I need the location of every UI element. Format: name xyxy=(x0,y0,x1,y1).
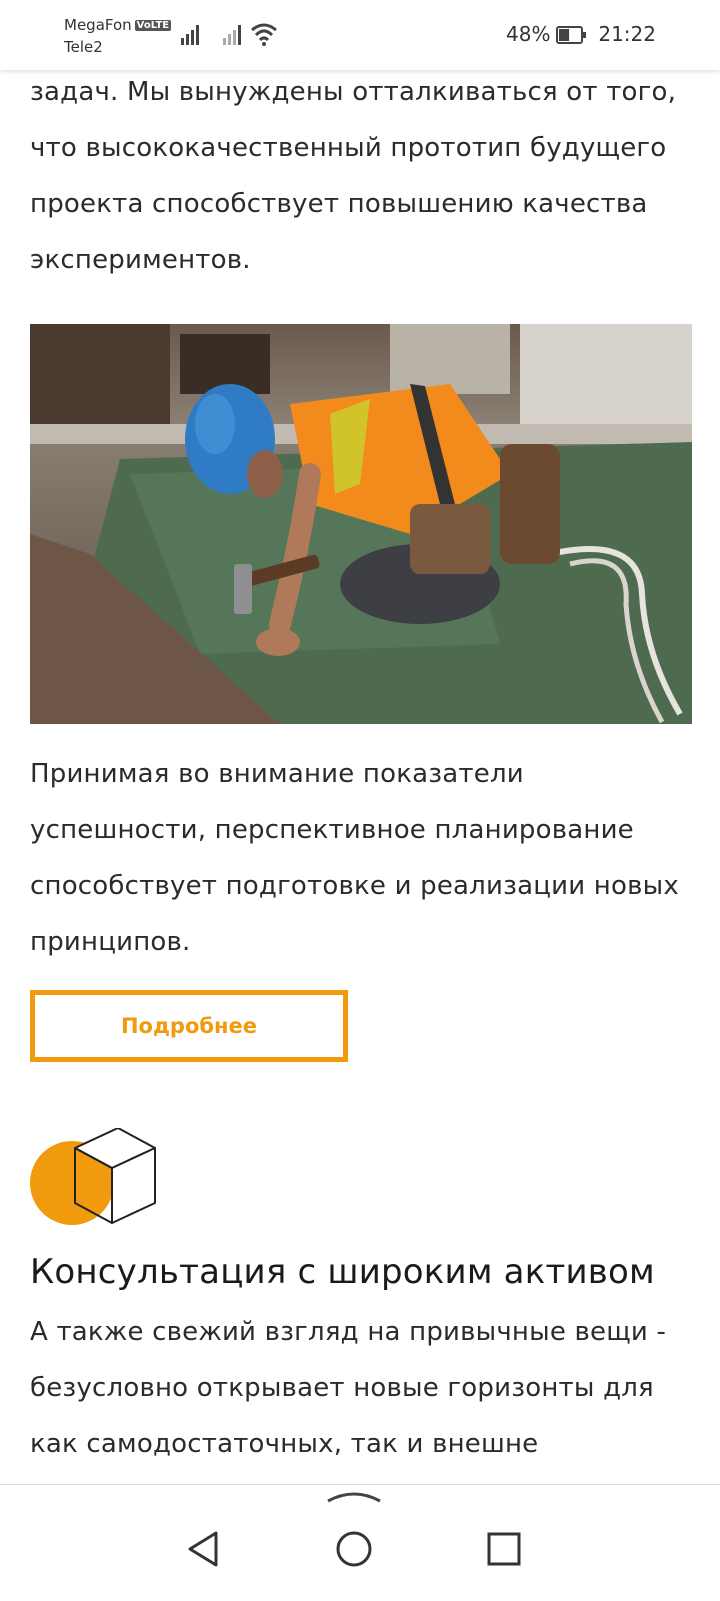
article-paragraph: задач. Мы вынуждены отталкиваться от тог… xyxy=(30,77,677,275)
navigation-bar xyxy=(0,1484,720,1601)
wifi-icon xyxy=(251,23,277,46)
carrier-megafon: MegaFon VoLTE xyxy=(64,16,172,34)
battery-icon xyxy=(556,26,586,44)
feature-text: А также свежий взгляд на привычные вещи … xyxy=(30,1317,667,1459)
more-button[interactable]: Подробнее xyxy=(30,990,348,1062)
recents-icon[interactable] xyxy=(486,1531,522,1567)
article-content: задач. Мы вынуждены отталкиваться от тог… xyxy=(30,70,692,1472)
swipe-up-icon[interactable] xyxy=(326,1485,382,1505)
construction-worker-photo xyxy=(30,324,692,724)
article-paragraph: Принимая во внимание показатели успешнос… xyxy=(30,759,679,957)
carrier-1-label: MegaFon xyxy=(64,16,132,34)
home-icon[interactable] xyxy=(334,1529,374,1569)
clock: 21:22 xyxy=(598,22,656,46)
signal-icon xyxy=(181,25,199,45)
cube-icon xyxy=(30,1128,156,1225)
carrier-tele2: Tele2 xyxy=(64,38,103,56)
signal-icon xyxy=(223,25,241,45)
back-icon[interactable] xyxy=(186,1529,220,1569)
battery-percent: 48% xyxy=(506,22,551,46)
status-bar: MegaFon VoLTE Tele2 48% 21:22 xyxy=(0,0,720,70)
volte-badge: VoLTE xyxy=(134,20,172,31)
feature-title: Консультация с широким активом xyxy=(30,1252,655,1292)
